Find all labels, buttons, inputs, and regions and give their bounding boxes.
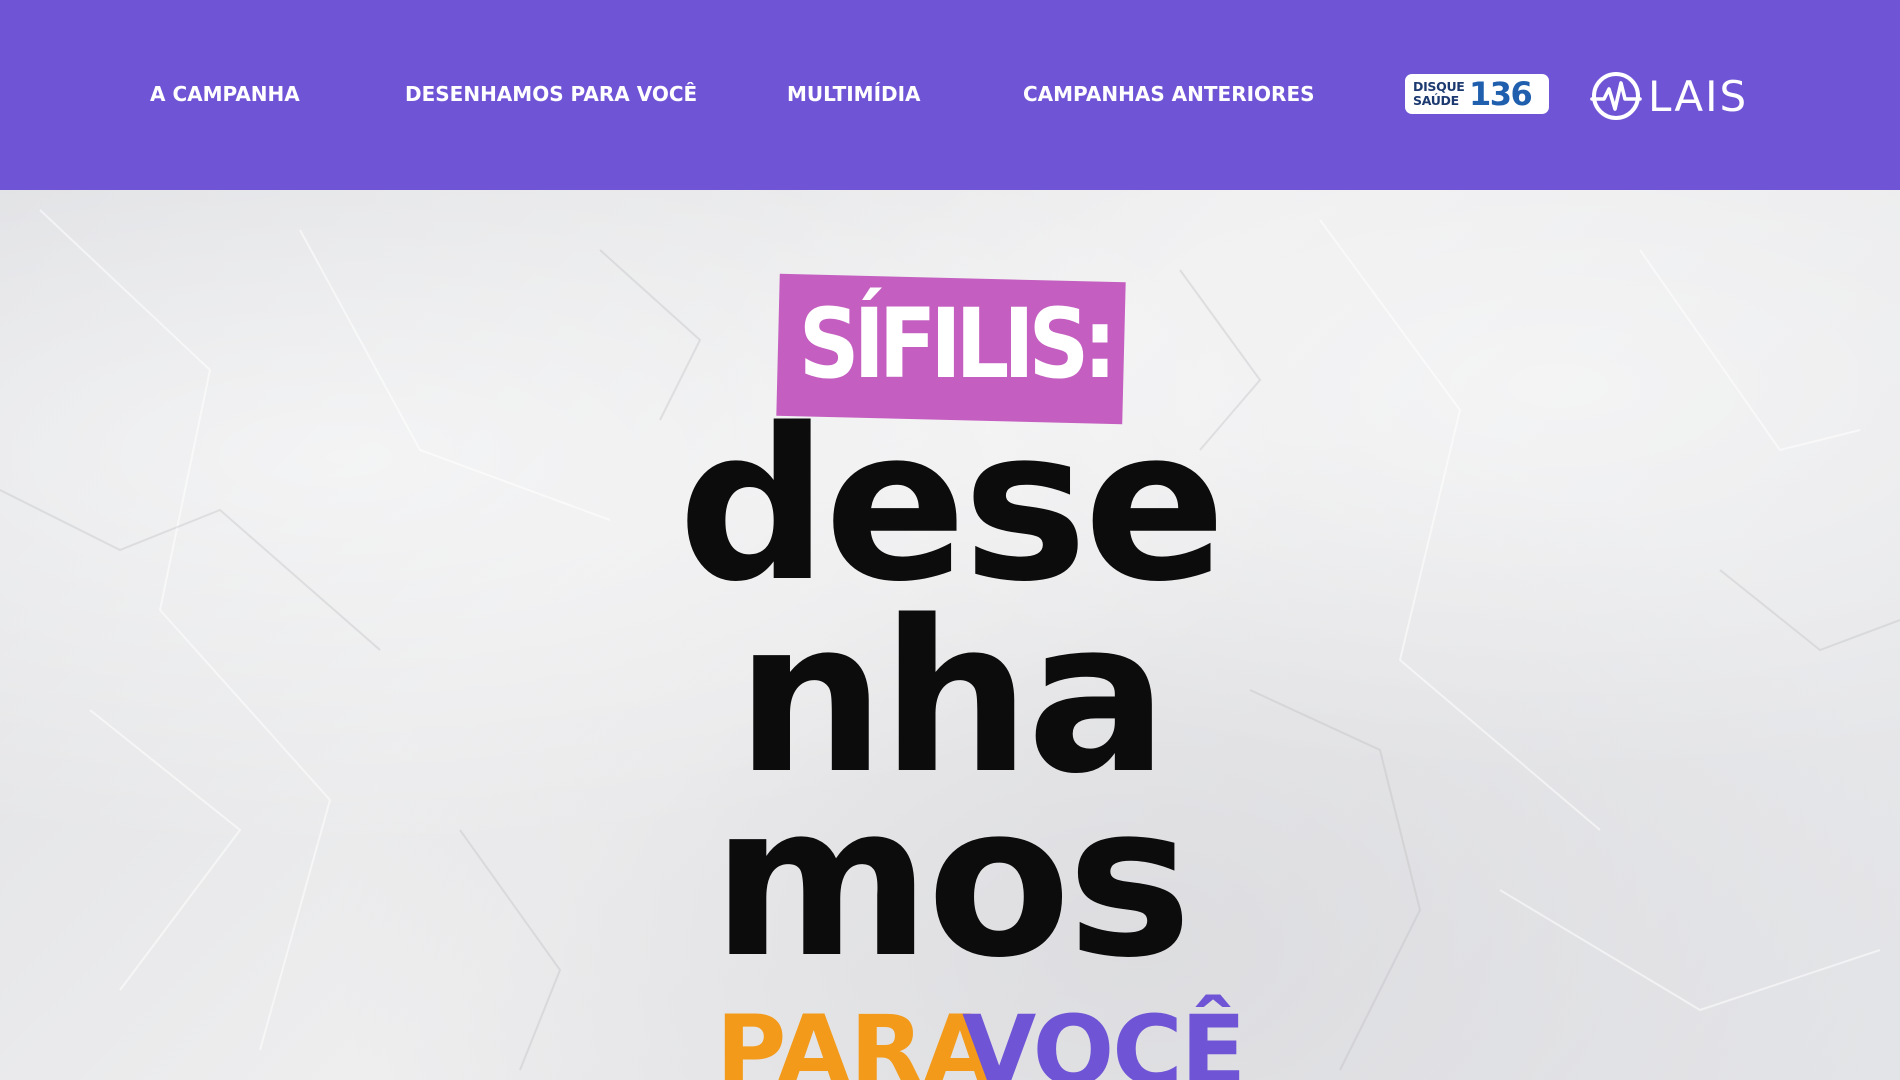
headline-voce: VOCÊ bbox=[962, 995, 1246, 1080]
page: A CAMPANHA DESENHAMOS PARA VOCÊ MULTIMÍD… bbox=[0, 0, 1900, 1080]
hero-section: SÍFILIS: dese nha mos PARA VOCÊ bbox=[0, 190, 1900, 1080]
headline-line-3: mos bbox=[711, 759, 1192, 1004]
nav-link-a-campanha[interactable]: A CAMPANHA bbox=[150, 80, 300, 108]
headline-para: PARA bbox=[716, 995, 997, 1080]
lais-logo-text: LAIS bbox=[1648, 72, 1749, 121]
top-navigation-bar: A CAMPANHA DESENHAMOS PARA VOCÊ MULTIMÍD… bbox=[0, 0, 1900, 190]
lais-logo[interactable]: LAIS bbox=[1590, 70, 1752, 122]
nav-link-multimidia[interactable]: MULTIMÍDIA bbox=[787, 80, 921, 108]
saude-label: SAÚDE bbox=[1413, 93, 1459, 108]
nav-link-desenhamos-para-voce[interactable]: DESENHAMOS PARA VOCÊ bbox=[405, 80, 697, 108]
disque-saude-136-logo[interactable]: DISQUE SAÚDE 136 bbox=[1405, 74, 1549, 114]
heartbeat-logo-icon bbox=[1590, 72, 1642, 120]
headline-line-1: dese bbox=[677, 383, 1226, 628]
disque-label: DISQUE bbox=[1413, 79, 1465, 94]
nav-link-campanhas-anteriores[interactable]: CAMPANHAS ANTERIORES bbox=[1023, 80, 1315, 108]
disque-number: 136 bbox=[1469, 75, 1533, 113]
